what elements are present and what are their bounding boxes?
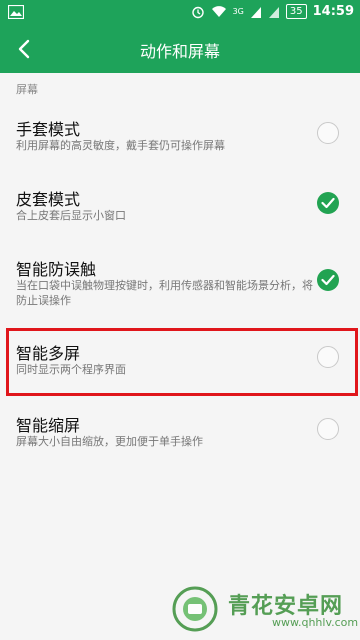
check-icon	[321, 197, 335, 209]
signal-icon-2	[268, 6, 279, 18]
setting-subtitle: 合上皮套后显示小窗口	[16, 209, 126, 222]
page-title: 动作和屏幕	[139, 42, 220, 61]
clock: 14:59	[312, 4, 354, 19]
check-icon	[321, 274, 335, 286]
section-header: 屏幕	[16, 83, 38, 96]
checkbox-checked[interactable]	[317, 269, 339, 291]
setting-row-case-mode[interactable]: 皮套模式 合上皮套后显示小窗口	[0, 178, 360, 234]
signal-icon	[250, 6, 261, 18]
setting-subtitle: 当在口袋中误触物理按键时，利用传感器和智能场景分析，将防止误操作	[16, 279, 313, 307]
watermark-url: www.qhhlv.com	[272, 616, 359, 629]
network-type: 3G	[232, 7, 244, 16]
setting-title: 手套模式	[16, 120, 81, 139]
gallery-icon	[8, 5, 24, 19]
watermark-logo-icon	[172, 586, 218, 632]
setting-subtitle: 利用屏幕的高灵敏度，戴手套仍可操作屏幕	[16, 139, 225, 152]
setting-row-smart-shrink[interactable]: 智能缩屏 屏幕大小自由缩放，更加便于单手操作	[0, 404, 360, 460]
checkbox-checked[interactable]	[317, 192, 339, 214]
alarm-icon	[191, 6, 204, 18]
watermark: 青花安卓网 www.qhhlv.com	[172, 586, 358, 636]
app-bar: 动作和屏幕	[0, 25, 360, 73]
wifi-icon	[211, 6, 226, 17]
setting-row-glove-mode[interactable]: 手套模式 利用屏幕的高灵敏度，戴手套仍可操作屏幕	[0, 108, 360, 164]
setting-title: 智能防误触	[16, 260, 97, 279]
setting-row-smart-mistouch[interactable]: 智能防误触 当在口袋中误触物理按键时，利用传感器和智能场景分析，将防止误操作	[0, 248, 360, 318]
checkbox-unchecked[interactable]	[317, 122, 339, 144]
highlight-box	[6, 328, 358, 396]
setting-title: 皮套模式	[16, 190, 81, 209]
setting-subtitle: 屏幕大小自由缩放，更加便于单手操作	[16, 435, 203, 448]
battery-indicator: 35	[285, 4, 307, 19]
setting-title: 智能缩屏	[16, 416, 81, 435]
checkbox-unchecked[interactable]	[317, 418, 339, 440]
status-bar: 3G 35 14:59	[0, 0, 360, 25]
